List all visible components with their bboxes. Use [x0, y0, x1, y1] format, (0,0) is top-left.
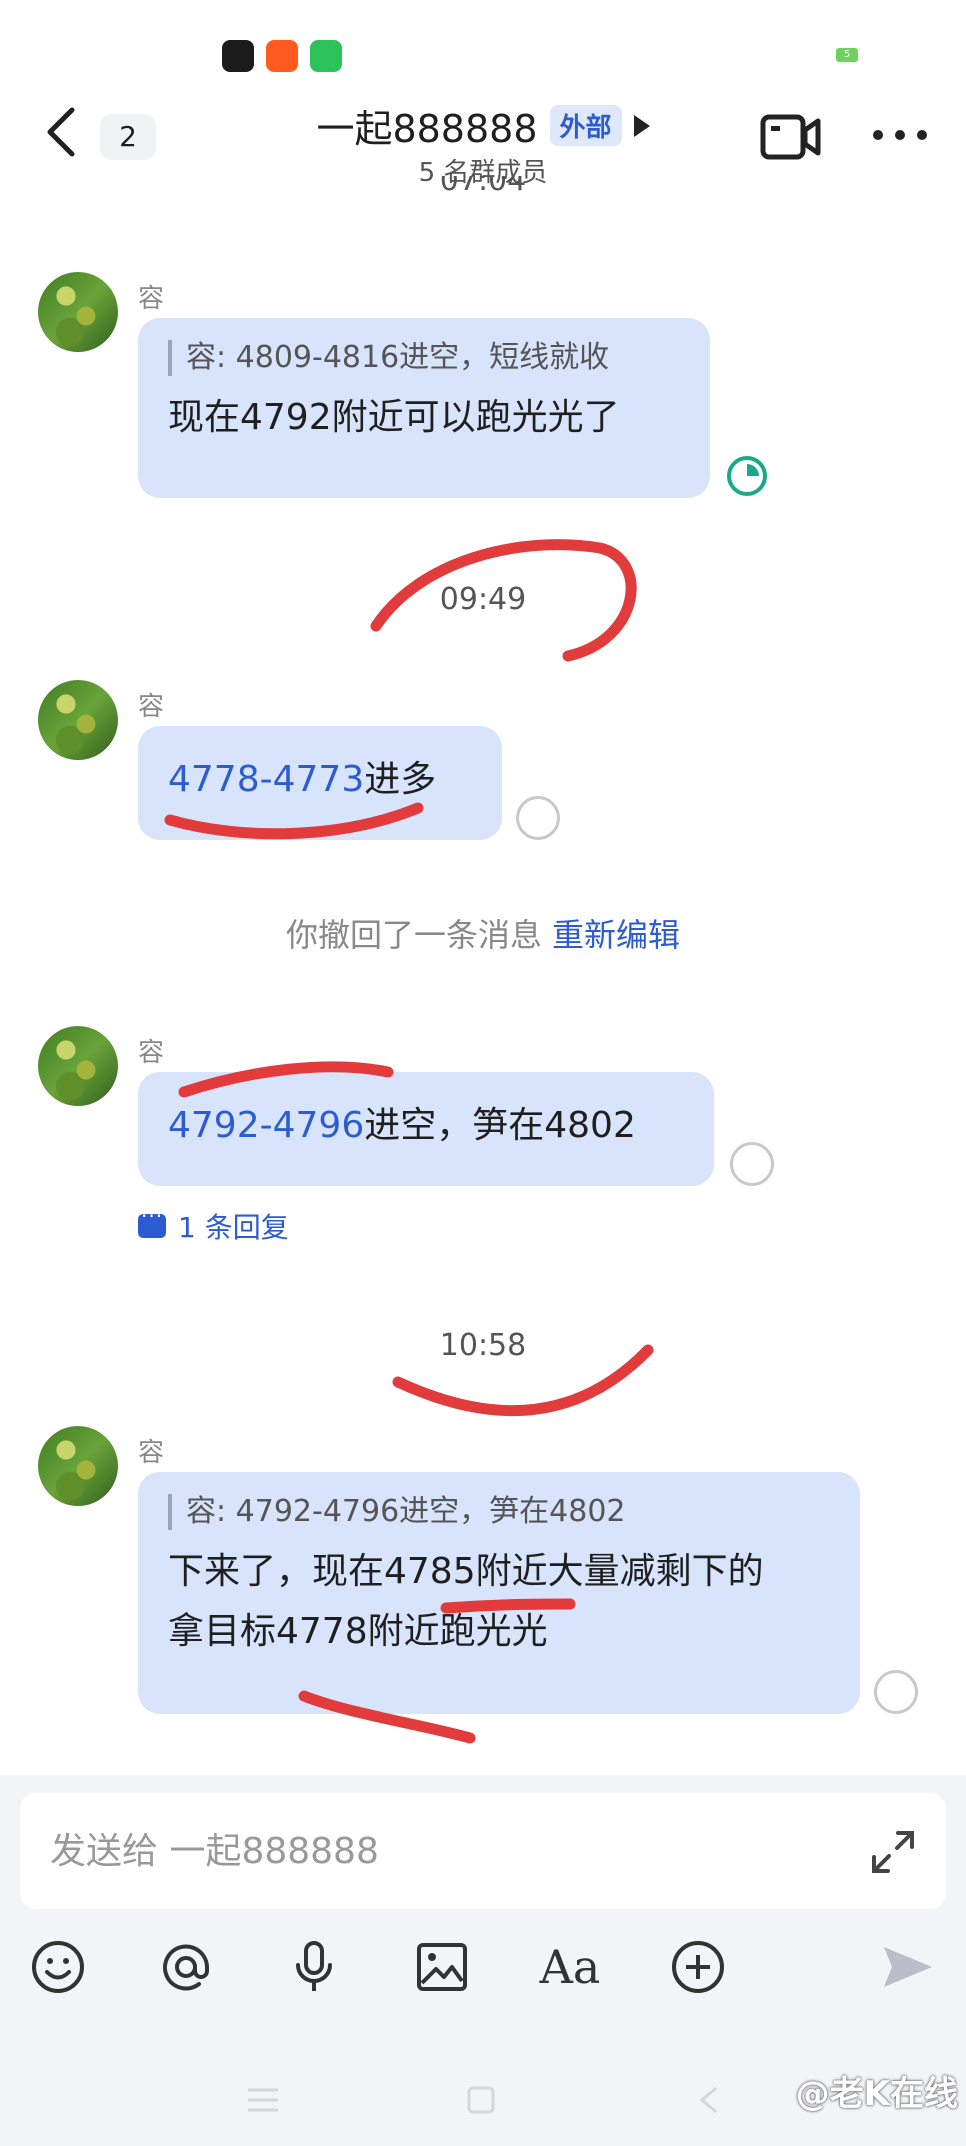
- video-call-button[interactable]: [760, 112, 822, 162]
- battery-indicator: 5: [836, 48, 858, 62]
- composer-toolbar: Aa: [0, 1935, 966, 2015]
- mention-button[interactable]: [154, 1935, 218, 1999]
- send-icon: [884, 1947, 932, 1987]
- voice-button[interactable]: [282, 1935, 346, 1999]
- sender-name: 容: [138, 284, 165, 314]
- wechat-app-icon: [310, 40, 342, 72]
- send-button[interactable]: [876, 1935, 940, 1999]
- timestamp-partial: 07:04: [439, 176, 527, 198]
- message-input[interactable]: [50, 1793, 830, 1909]
- message-bubble[interactable]: 4792-4796进空，笋在4802: [138, 1072, 714, 1186]
- expand-icon[interactable]: [870, 1829, 916, 1875]
- mention-icon: [163, 1944, 209, 1991]
- more-options-button[interactable]: [870, 110, 930, 160]
- message-text: 现在4792附近可以跑光光了: [168, 397, 620, 438]
- text-format-button[interactable]: Aa: [538, 1935, 602, 1999]
- nav-back-icon[interactable]: [696, 2085, 720, 2115]
- add-button[interactable]: [666, 1935, 730, 1999]
- play-icon[interactable]: [633, 114, 650, 137]
- image-button[interactable]: [410, 1935, 474, 1999]
- soul-app-icon: [222, 40, 254, 72]
- sender-name: 容: [138, 692, 165, 722]
- reply-count: 1 条回复: [178, 1211, 289, 1244]
- message-bubble[interactable]: 容: 4792-4796进空，笋在4802 下来了，现在4785附近大量减剩下的…: [138, 1472, 860, 1714]
- unread-status-icon[interactable]: [516, 796, 560, 840]
- video-camera-icon: [760, 114, 821, 160]
- timestamp: 10:58: [439, 1328, 527, 1363]
- quoted-message[interactable]: 容: 4792-4796进空，笋在4802: [168, 1494, 830, 1530]
- thread-replies-link[interactable]: 1 条回复: [138, 1204, 289, 1246]
- avatar[interactable]: [38, 1026, 118, 1106]
- emoji-button[interactable]: [26, 1935, 90, 1999]
- sender-name: 容: [138, 1038, 165, 1068]
- emoji-icon: [32, 1941, 84, 1993]
- external-tag: 外部: [549, 105, 622, 146]
- recall-notice: 你撤回了一条消息 重新编辑: [0, 910, 966, 956]
- partial-read-icon[interactable]: [725, 454, 769, 498]
- avatar[interactable]: [38, 1426, 118, 1506]
- unread-status-icon[interactable]: [730, 1142, 774, 1186]
- message-text-line: 下来了，现在4785附近大量减剩下的: [168, 1551, 764, 1592]
- add-icon: [672, 1941, 724, 1993]
- message-link[interactable]: 4792-4796: [168, 1105, 364, 1146]
- message-text-line: 拿目标4778附近跑光光: [168, 1611, 548, 1652]
- recall-text: 你撤回了一条消息: [285, 916, 542, 954]
- home-icon[interactable]: [466, 2085, 496, 2115]
- chat-title[interactable]: 一起888888: [316, 107, 537, 151]
- message-bubble[interactable]: 4778-4773进多: [138, 726, 502, 840]
- sender-name: 容: [138, 1438, 165, 1468]
- timestamp: 09:49: [439, 582, 527, 617]
- avatar[interactable]: [38, 272, 118, 352]
- quoted-message[interactable]: 容: 4809-4816进空，短线就收: [168, 340, 680, 376]
- comment-icon: [138, 1204, 166, 1238]
- message-input-box[interactable]: [20, 1793, 946, 1909]
- microphone-icon: [296, 1941, 332, 1991]
- watermark: @老K在线: [795, 2074, 958, 2114]
- avatar[interactable]: [38, 680, 118, 760]
- unread-status-icon[interactable]: [874, 1670, 918, 1714]
- more-icon: [873, 130, 927, 140]
- text-format-icon: Aa: [539, 1940, 601, 1994]
- message-text: 进空，笋在4802: [364, 1105, 636, 1146]
- menu-icon[interactable]: [246, 2085, 280, 2115]
- message-text: 进多: [364, 759, 437, 800]
- message-bubble[interactable]: 容: 4809-4816进空，短线就收 现在4792附近可以跑光光了: [138, 318, 710, 498]
- taobao-app-icon: [266, 40, 298, 72]
- re-edit-link[interactable]: 重新编辑: [552, 916, 680, 954]
- image-icon: [417, 1943, 467, 1991]
- message-link[interactable]: 4778-4773: [168, 759, 364, 800]
